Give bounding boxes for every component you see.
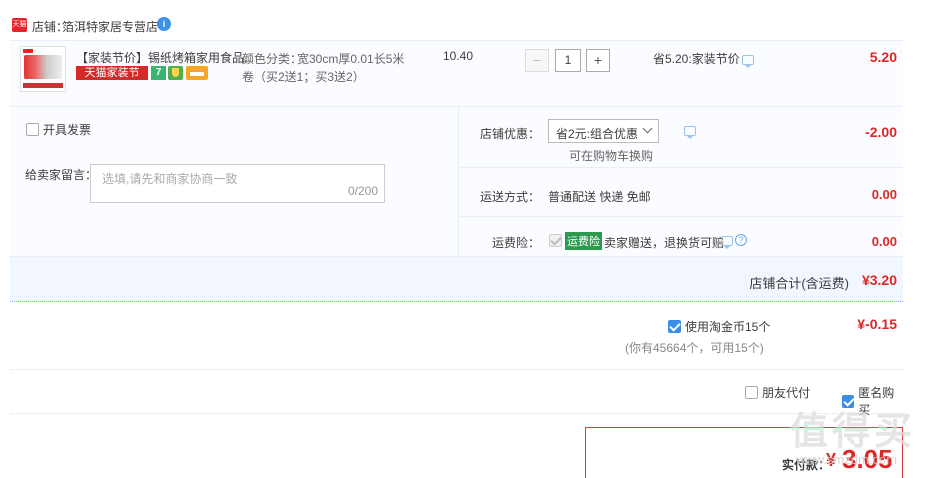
order-extras-panel: 开具发票 给卖家留言： 选填,请先和商家协商一致 0/200 店铺优惠： 省2元… bbox=[10, 106, 903, 257]
seller-message-input[interactable]: 选填,请先和商家协商一致 0/200 bbox=[90, 164, 385, 203]
chat-icon[interactable] bbox=[742, 55, 754, 68]
insurance-text: 卖家赠送，退换货可赔 bbox=[604, 236, 725, 250]
message-counter: 0/200 bbox=[347, 184, 378, 198]
product-image-strip bbox=[23, 83, 63, 88]
qty-input[interactable]: 1 bbox=[555, 49, 581, 72]
final-amount: 3.05 bbox=[842, 444, 893, 474]
coins-option[interactable]: 使用淘金币15个 bbox=[668, 318, 770, 335]
shop-total-row: 店铺合计(含运费) ¥3.20 bbox=[10, 256, 903, 302]
insurance-tag: 运费险 bbox=[565, 232, 602, 250]
coins-checkbox[interactable] bbox=[668, 320, 681, 333]
friend-pay-checkbox[interactable] bbox=[745, 386, 758, 399]
item-discount-text: 省5.20:家装节价 bbox=[653, 52, 740, 66]
shop-discount-row: 店铺优惠： 省2元:组合优惠 可在购物车换购 -2.00 bbox=[459, 107, 903, 168]
shipping-label: 运送方式： bbox=[480, 190, 541, 204]
credit-card-icon[interactable] bbox=[186, 66, 208, 80]
tmall-shop-icon: 天猫 bbox=[12, 18, 27, 32]
anonymous-checkbox[interactable] bbox=[842, 394, 855, 408]
final-label: 实付款： bbox=[782, 458, 831, 472]
coins-amount: ¥-0.15 bbox=[857, 316, 897, 332]
coins-label: 使用淘金币15个 bbox=[685, 320, 771, 334]
insurance-chat-icon[interactable] bbox=[721, 236, 733, 249]
coins-row: 使用淘金币15个 (你有45664个，可用15个) ¥-0.15 bbox=[10, 302, 903, 370]
insurance-amount: 0.00 bbox=[871, 234, 897, 249]
qty-plus-button[interactable]: + bbox=[586, 49, 610, 72]
shop-total-value: ¥3.20 bbox=[861, 272, 897, 288]
message-label: 给卖家留言： bbox=[25, 168, 98, 182]
invoice-label: 开具发票 bbox=[43, 123, 92, 137]
sku-value: 宽30cm厚0.01长5米 bbox=[297, 52, 405, 66]
message-placeholder: 选填,请先和商家协商一致 bbox=[102, 172, 238, 186]
help-question-icon[interactable]: ? bbox=[735, 234, 747, 246]
friend-pay-label: 朋友代付 bbox=[762, 386, 811, 400]
shipping-row: 运送方式： 普通配送 快递 免邮 0.00 bbox=[459, 168, 903, 217]
unit-price: 10.40 bbox=[443, 49, 474, 63]
item-row: 【家装节价】锡纸烤箱家用食品... 天猫家装节 7 颜色分类： 宽30cm厚0.… bbox=[10, 40, 903, 106]
shop-info-icon[interactable]: i bbox=[157, 17, 171, 31]
insurance-label: 运费险： bbox=[492, 236, 541, 250]
friend-pay-option[interactable]: 朋友代付 bbox=[745, 384, 810, 401]
shop-discount-label: 店铺优惠： bbox=[480, 127, 541, 141]
product-thumbnail[interactable] bbox=[20, 46, 66, 92]
final-payment-box: 实付款： ¥ 3.05 bbox=[585, 427, 903, 478]
shipping-amount: 0.00 bbox=[871, 187, 897, 202]
sku-label: 颜色分类： bbox=[242, 52, 303, 66]
shop-discount-amount: -2.00 bbox=[865, 124, 897, 140]
shop-total-label: 店铺合计(含运费) bbox=[749, 276, 849, 291]
shop-header: 天猫 店铺： 箔洱特家居专营店 i bbox=[10, 14, 903, 36]
qty-minus-button[interactable]: − bbox=[525, 49, 549, 72]
product-title-link[interactable]: 【家装节价】锡纸烤箱家用食品... bbox=[76, 49, 254, 66]
promo-banner: 天猫家装节 bbox=[76, 66, 148, 80]
invoice-option[interactable]: 开具发票 bbox=[26, 121, 91, 138]
guarantee-shield-icon[interactable] bbox=[168, 66, 183, 80]
shop-discount-selected: 省2元:组合优惠 bbox=[556, 127, 639, 141]
sku-line2: 卷（买2送1；买3送2） bbox=[242, 70, 365, 84]
quantity-stepper: − 1 + bbox=[525, 49, 611, 72]
item-subtotal: 5.20 bbox=[869, 49, 897, 65]
anonymous-option[interactable]: 匿名购买 bbox=[842, 384, 903, 418]
payment-options-row: 朋友代付 匿名购买 bbox=[10, 370, 903, 417]
anonymous-label: 匿名购买 bbox=[858, 386, 895, 417]
shop-name-link[interactable]: 箔洱特家居专营店 bbox=[62, 18, 158, 35]
shop-discount-note: 可在购物车换购 bbox=[569, 149, 654, 163]
product-image-foil-box bbox=[24, 55, 62, 79]
final-currency: ¥ bbox=[826, 450, 837, 470]
shop-discount-select[interactable]: 省2元:组合优惠 bbox=[548, 119, 659, 143]
shipping-value: 普通配送 快递 免邮 bbox=[548, 190, 651, 204]
coins-note: (你有45664个，可用15个) bbox=[625, 341, 764, 355]
chevron-down-icon bbox=[642, 123, 653, 134]
insurance-row: 运费险： 运费险 卖家赠送，退换货可赔 ? 0.00 bbox=[459, 217, 903, 257]
invoice-checkbox[interactable] bbox=[26, 123, 39, 136]
product-image-tag bbox=[23, 49, 33, 53]
insurance-checkbox bbox=[549, 234, 562, 247]
seven-day-return-icon[interactable]: 7 bbox=[151, 66, 166, 80]
discount-chat-icon[interactable] bbox=[684, 126, 696, 139]
